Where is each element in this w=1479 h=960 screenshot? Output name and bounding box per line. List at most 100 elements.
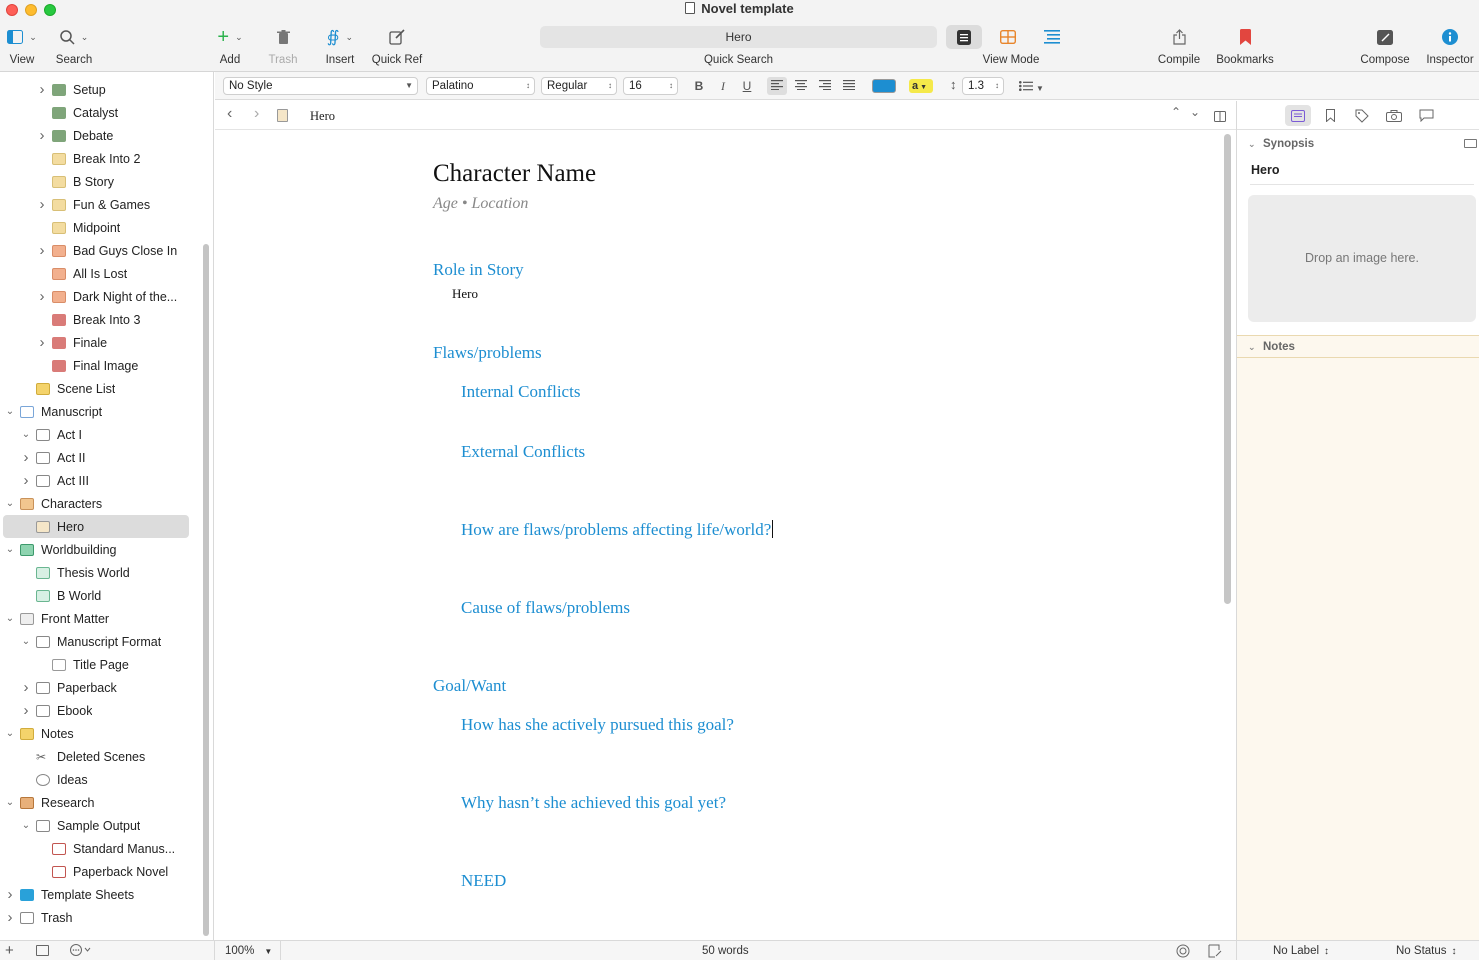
binder-item[interactable]: › Finale <box>0 331 200 354</box>
binder-actions-button[interactable] <box>70 944 92 959</box>
binder-item[interactable]: ⌄ Sample Output <box>0 814 200 837</box>
search-button[interactable]: ⌄ Search <box>56 26 92 66</box>
chevron-down-icon[interactable]: ⌄ <box>4 544 16 555</box>
binder-item[interactable]: ⌄ Manuscript <box>0 400 200 423</box>
binder-item[interactable]: › Paperback <box>0 676 200 699</box>
binder-item[interactable]: › Template Sheets <box>0 883 200 906</box>
tab-metadata[interactable] <box>1349 105 1375 126</box>
quick-search-field[interactable]: Hero <box>540 26 937 48</box>
editor[interactable]: Character Name Age • Location Role in St… <box>215 130 1236 940</box>
binder-item[interactable]: ⌄ Act I <box>0 423 200 446</box>
chevron-down-icon[interactable]: ⌄ <box>4 498 16 509</box>
synopsis-mode-icon[interactable] <box>1464 139 1477 148</box>
binder-item[interactable]: ⌄ Notes <box>0 722 200 745</box>
scrivenings-mode-button[interactable] <box>946 25 982 49</box>
notes-text-area[interactable]: ⌄ Notes <box>1237 335 1479 940</box>
tab-comments[interactable] <box>1413 105 1439 126</box>
binder-item[interactable]: › Act III <box>0 469 200 492</box>
editor-scrollbar[interactable] <box>1224 134 1231 604</box>
binder-item[interactable]: › Dark Night of the... <box>0 285 200 308</box>
underline-button[interactable]: U <box>737 77 757 95</box>
compose-button[interactable]: Compose <box>1360 26 1410 66</box>
bookmarks-button[interactable]: Bookmarks <box>1216 26 1274 66</box>
list-button[interactable]: ▼ <box>1019 78 1044 96</box>
binder-item[interactable]: Hero <box>3 515 189 538</box>
document-notes-button[interactable] <box>1208 944 1222 960</box>
chevron-right-icon[interactable]: › <box>20 679 32 696</box>
chevron-down-icon[interactable]: ⌄ <box>4 613 16 624</box>
chevron-down-icon[interactable]: ⌄ <box>4 797 16 808</box>
align-right-button[interactable] <box>815 77 835 95</box>
next-document-button[interactable]: ⌄ <box>1190 105 1200 119</box>
line-spacing-select[interactable]: 1.3 ↕ <box>962 77 1004 95</box>
binder-item[interactable]: B World <box>0 584 200 607</box>
binder-item[interactable]: › Setup <box>0 78 200 101</box>
italic-button[interactable]: I <box>713 77 733 95</box>
binder-item[interactable]: Standard Manus... <box>0 837 200 860</box>
add-folder-button[interactable] <box>36 945 49 956</box>
synopsis-section-header[interactable]: ⌄ Synopsis <box>1237 133 1479 155</box>
synopsis-image-dropzone[interactable]: Drop an image here. <box>1248 195 1476 322</box>
trash-button[interactable]: Trash <box>269 26 297 66</box>
chevron-down-icon[interactable]: ⌄ <box>20 429 32 440</box>
chevron-right-icon[interactable]: › <box>36 242 48 259</box>
compile-button[interactable]: Compile <box>1158 26 1200 66</box>
binder-item[interactable]: › Act II <box>0 446 200 469</box>
tab-notes[interactable] <box>1285 105 1311 126</box>
align-left-button[interactable] <box>767 77 787 95</box>
status-select[interactable]: No Status ↕ <box>1396 945 1457 957</box>
insert-button[interactable]: ∯ ⌄ Insert <box>322 26 358 66</box>
size-select[interactable]: 16 ↕ <box>623 77 678 95</box>
add-button[interactable]: + ⌄ Add <box>212 26 248 66</box>
chevron-down-icon[interactable]: ⌄ <box>4 406 16 417</box>
chevron-down-icon[interactable]: ⌄ <box>20 820 32 831</box>
bold-button[interactable]: B <box>689 77 709 95</box>
binder-item[interactable]: ⌄ Worldbuilding <box>0 538 200 561</box>
previous-document-button[interactable]: ⌃ <box>1171 105 1181 119</box>
binder-item[interactable]: ⌄ Research <box>0 791 200 814</box>
binder-item[interactable]: Ideas <box>0 768 200 791</box>
binder-item[interactable]: › Ebook <box>0 699 200 722</box>
justify-button[interactable] <box>839 77 859 95</box>
chevron-right-icon[interactable]: › <box>36 334 48 351</box>
binder-item[interactable]: Paperback Novel <box>0 860 200 883</box>
zoom-select[interactable]: 100% ▼ <box>225 945 272 957</box>
notes-section-header[interactable]: ⌄ Notes <box>1237 336 1479 358</box>
back-button[interactable]: ‹ <box>227 105 232 123</box>
quick-ref-button[interactable]: Quick Ref <box>372 26 422 66</box>
text-color-button[interactable] <box>872 79 896 93</box>
binder-item[interactable]: ⌄ Characters <box>0 492 200 515</box>
outliner-mode-button[interactable] <box>1034 25 1070 49</box>
chevron-down-icon[interactable]: ⌄ <box>4 728 16 739</box>
chevron-right-icon[interactable]: › <box>36 288 48 305</box>
chevron-right-icon[interactable]: › <box>20 449 32 466</box>
binder-item[interactable]: Catalyst <box>0 101 200 124</box>
binder-item[interactable]: Break Into 2 <box>0 147 200 170</box>
label-select[interactable]: No Label ↕ <box>1273 945 1329 957</box>
binder-item[interactable]: ✂ Deleted Scenes <box>0 745 200 768</box>
split-editor-button[interactable] <box>1214 109 1226 127</box>
binder-item[interactable]: › Debate <box>0 124 200 147</box>
chevron-right-icon[interactable]: › <box>4 886 16 903</box>
binder-item[interactable]: › Fun & Games <box>0 193 200 216</box>
chevron-down-icon[interactable]: ⌄ <box>20 636 32 647</box>
weight-select[interactable]: Regular ↕ <box>541 77 617 95</box>
target-button[interactable] <box>1176 944 1190 960</box>
binder-item[interactable]: All Is Lost <box>0 262 200 285</box>
chevron-right-icon[interactable]: › <box>36 196 48 213</box>
chevron-right-icon[interactable]: › <box>20 472 32 489</box>
binder-item[interactable]: Break Into 3 <box>0 308 200 331</box>
binder-item[interactable]: Midpoint <box>0 216 200 239</box>
synopsis-title-field[interactable]: Hero <box>1250 163 1474 185</box>
align-center-button[interactable] <box>791 77 811 95</box>
binder-item[interactable]: Thesis World <box>0 561 200 584</box>
chevron-right-icon[interactable]: › <box>20 702 32 719</box>
corkboard-mode-button[interactable] <box>990 25 1026 49</box>
binder-item[interactable]: › Trash <box>0 906 200 929</box>
binder-item[interactable]: B Story <box>0 170 200 193</box>
binder-item[interactable]: › Bad Guys Close In <box>0 239 200 262</box>
highlight-button[interactable]: a ▼ <box>909 79 933 93</box>
binder-item[interactable]: Scene List <box>0 377 200 400</box>
binder-sidebar[interactable]: › Setup Catalyst › Debate Break Into 2 B Story… <box>0 72 214 940</box>
binder-scrollbar[interactable] <box>203 244 209 936</box>
